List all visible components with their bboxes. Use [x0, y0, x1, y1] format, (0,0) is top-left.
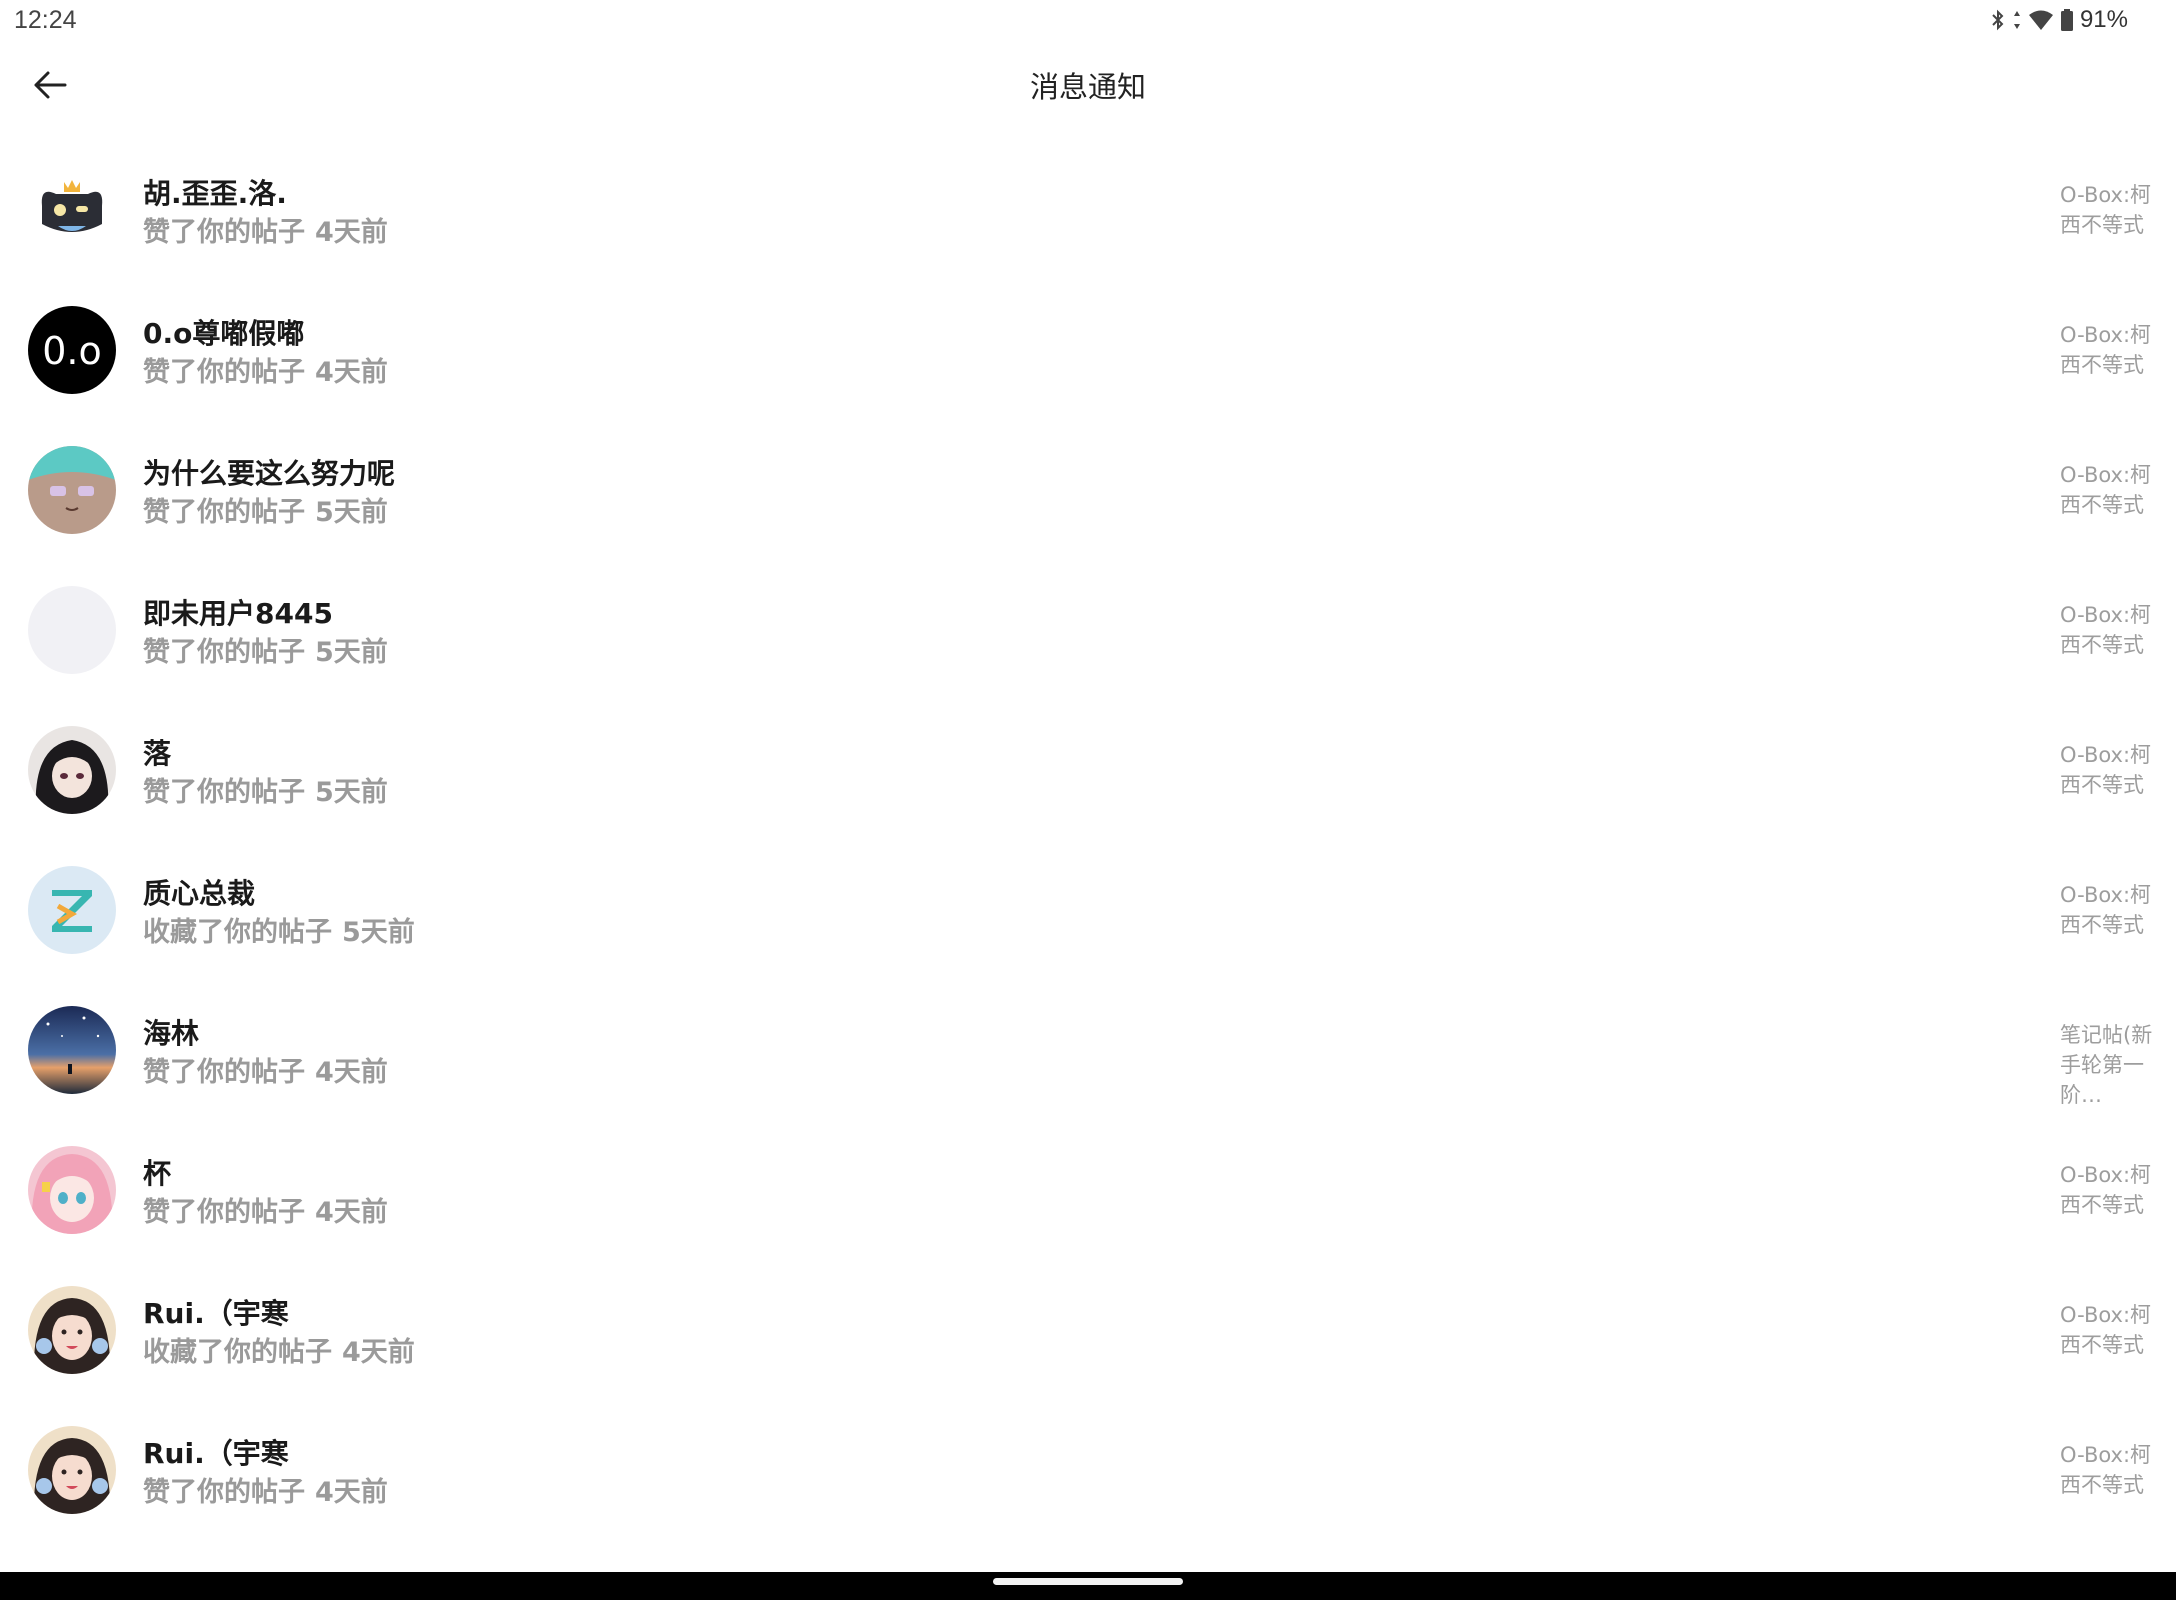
notification-item[interactable]: 落 赞了你的帖子 5天前 O-Box:柯西不等式 [0, 700, 2176, 840]
post-title[interactable]: O-Box:柯西不等式 [2060, 320, 2154, 380]
wifi-icon [2028, 9, 2054, 31]
notification-action: 赞了你的帖子 5天前 [143, 630, 388, 669]
home-indicator[interactable] [993, 1578, 1183, 1585]
action-text: 赞了你的帖子 [143, 1057, 305, 1088]
user-name: 质心总裁 [143, 877, 256, 910]
notification-list: 胡.歪歪.洛. 赞了你的帖子 4天前 O-Box:柯西不等式 0.o 0.o尊嘟假… [0, 140, 2176, 1540]
notification-time: 5天前 [315, 497, 388, 528]
page-title: 消息通知 [1029, 70, 1146, 104]
user-avatar[interactable] [28, 1006, 116, 1094]
notifications-screen: 12:24 91% 消息通知 胡.歪歪.洛. 赞了你的帖子 4天前 O-Box:… [0, 0, 2176, 1600]
status-icons: 91% [1990, 6, 2128, 34]
action-text: 赞了你的帖子 [143, 217, 305, 248]
notification-time: 4天前 [315, 217, 388, 248]
notification-item[interactable]: 0.o 0.o尊嘟假嘟 赞了你的帖子 4天前 O-Box:柯西不等式 [0, 280, 2176, 420]
notification-item[interactable]: 海林 赞了你的帖子 4天前 笔记帖(新手轮第一阶… [0, 980, 2176, 1120]
cat-crown-avatar-icon [28, 166, 116, 254]
action-text: 赞了你的帖子 [143, 1477, 305, 1508]
post-title[interactable]: O-Box:柯西不等式 [2060, 600, 2154, 660]
post-title[interactable]: O-Box:柯西不等式 [2060, 180, 2154, 240]
action-text: 收藏了你的帖子 [143, 1337, 332, 1368]
anime-dark-hair-avatar-icon [28, 726, 116, 814]
user-avatar[interactable] [28, 1146, 116, 1234]
user-avatar[interactable] [28, 866, 116, 954]
notification-time: 5天前 [342, 917, 415, 948]
notification-time: 5天前 [315, 777, 388, 808]
data-arrows-icon [2012, 8, 2022, 32]
user-name: Rui.（宇寒 [143, 1437, 289, 1470]
user-name: 海林 [143, 1017, 200, 1050]
post-title[interactable]: O-Box:柯西不等式 [2060, 460, 2154, 520]
notification-item[interactable]: 杯 赞了你的帖子 4天前 O-Box:柯西不等式 [0, 1120, 2176, 1260]
default-avatar-icon [28, 586, 116, 674]
notification-action: 赞了你的帖子 5天前 [143, 770, 388, 809]
battery-percent: 91% [2079, 6, 2128, 33]
action-text: 赞了你的帖子 [143, 637, 305, 668]
post-title[interactable]: O-Box:柯西不等式 [2060, 880, 2154, 940]
user-name: Rui.（宇寒 [143, 1297, 289, 1330]
notification-time: 4天前 [315, 1197, 388, 1228]
photo-girl-avatar-icon [28, 1286, 116, 1374]
user-avatar[interactable] [28, 1426, 116, 1514]
notification-item[interactable]: 即未用户8445 赞了你的帖子 5天前 O-Box:柯西不等式 [0, 560, 2176, 700]
notification-action: 赞了你的帖子 4天前 [143, 350, 388, 389]
user-name: 杯 [143, 1157, 172, 1190]
post-title[interactable]: O-Box:柯西不等式 [2060, 1300, 2154, 1360]
notification-item[interactable]: 质心总裁 收藏了你的帖子 5天前 O-Box:柯西不等式 [0, 840, 2176, 980]
anime-pink-avatar-icon [28, 1146, 116, 1234]
post-title[interactable]: O-Box:柯西不等式 [2060, 740, 2154, 800]
post-title[interactable]: 笔记帖(新手轮第一阶… [2060, 1020, 2154, 1110]
notification-item[interactable]: Rui.（宇寒 赞了你的帖子 4天前 O-Box:柯西不等式 [0, 1400, 2176, 1540]
notification-action: 赞了你的帖子 4天前 [143, 1190, 388, 1229]
notification-item[interactable]: 为什么要这么努力呢 赞了你的帖子 5天前 O-Box:柯西不等式 [0, 420, 2176, 560]
action-text: 赞了你的帖子 [143, 1197, 305, 1228]
user-name: 胡.歪歪.洛. [143, 177, 287, 210]
anime-cyan-avatar-icon [28, 446, 116, 534]
system-nav-bar [0, 1572, 2176, 1600]
notification-action: 赞了你的帖子 4天前 [143, 1050, 388, 1089]
action-text: 赞了你的帖子 [143, 357, 305, 388]
notification-time: 4天前 [342, 1337, 415, 1368]
user-name: 0.o尊嘟假嘟 [143, 317, 305, 350]
photo-girl-avatar-icon [28, 1426, 116, 1514]
notification-action: 收藏了你的帖子 4天前 [143, 1330, 415, 1369]
user-avatar[interactable] [28, 166, 116, 254]
battery-icon [2060, 8, 2074, 32]
user-avatar[interactable] [28, 726, 116, 814]
post-title[interactable]: O-Box:柯西不等式 [2060, 1160, 2154, 1220]
notification-action: 赞了你的帖子 4天前 [143, 210, 388, 249]
user-avatar[interactable]: 0.o [28, 306, 116, 394]
user-avatar[interactable] [28, 446, 116, 534]
notification-time: 4天前 [315, 1477, 388, 1508]
notification-action: 赞了你的帖子 5天前 [143, 490, 388, 529]
notification-action: 收藏了你的帖子 5天前 [143, 910, 415, 949]
action-text: 赞了你的帖子 [143, 497, 305, 528]
action-text: 赞了你的帖子 [143, 777, 305, 808]
user-avatar[interactable] [28, 586, 116, 674]
notification-action: 赞了你的帖子 4天前 [143, 1470, 388, 1509]
status-bar: 12:24 91% [0, 0, 2176, 44]
notification-item[interactable]: Rui.（宇寒 收藏了你的帖子 4天前 O-Box:柯西不等式 [0, 1260, 2176, 1400]
notification-time: 4天前 [315, 1057, 388, 1088]
user-name: 落 [143, 737, 172, 770]
post-title[interactable]: O-Box:柯西不等式 [2060, 1440, 2154, 1500]
user-avatar[interactable] [28, 1286, 116, 1374]
top-app-bar: 消息通知 [0, 44, 2176, 122]
night-sky-avatar-icon [28, 1006, 116, 1094]
notification-time: 4天前 [315, 357, 388, 388]
user-name: 为什么要这么努力呢 [143, 457, 396, 490]
notification-item[interactable]: 胡.歪歪.洛. 赞了你的帖子 4天前 O-Box:柯西不等式 [0, 140, 2176, 280]
action-text: 收藏了你的帖子 [143, 917, 332, 948]
z-logo-avatar-icon [28, 866, 116, 954]
notification-time: 5天前 [315, 637, 388, 668]
text-avatar-icon: 0.o [28, 306, 116, 394]
avatar-text: 0.o [42, 329, 102, 373]
bluetooth-icon [1990, 8, 2006, 32]
status-time: 12:24 [14, 6, 77, 34]
user-name: 即未用户8445 [143, 597, 333, 630]
